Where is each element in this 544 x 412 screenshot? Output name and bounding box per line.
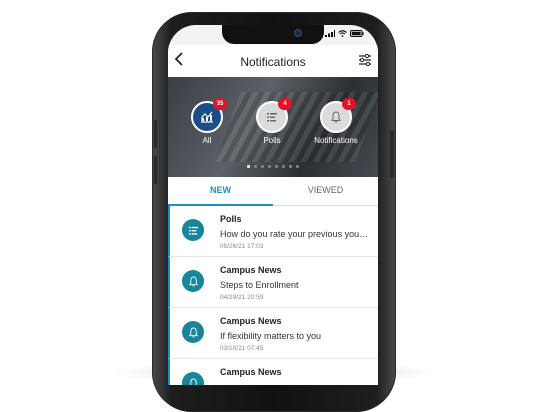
category-circle: 4 (256, 98, 292, 133)
bell-icon (188, 275, 198, 287)
front-camera (294, 29, 302, 37)
carousel-dot[interactable] (247, 165, 250, 168)
bell-icon (331, 111, 341, 123)
carousel-dot[interactable] (268, 165, 271, 168)
carousel-dot[interactable] (282, 165, 285, 168)
battery-icon (350, 30, 364, 37)
status-bar (325, 30, 364, 37)
side-button (390, 130, 394, 178)
item-timestamp: 04/29/21 20:59 (220, 294, 264, 301)
app-header: Notifications (168, 45, 378, 77)
carousel-dots[interactable] (168, 165, 378, 168)
item-icon (182, 372, 204, 385)
page-title: Notifications (240, 55, 306, 69)
tab-new[interactable]: NEW (168, 177, 273, 206)
wifi-icon (338, 30, 347, 37)
item-title: Polls (220, 214, 242, 224)
category-circle: 1 (320, 98, 356, 133)
item-message: If flexibility matters to you (220, 331, 322, 341)
carousel-dot[interactable] (254, 165, 257, 168)
category-carousel: 35 All 4 Polls 1 Notifications (168, 77, 378, 177)
tab-viewed[interactable]: VIEWED (273, 177, 378, 206)
category-label: Notifications (314, 136, 358, 145)
bell-icon (189, 377, 197, 385)
signal-icon (325, 30, 335, 37)
category-label: All (202, 136, 212, 145)
carousel-dot[interactable] (296, 165, 299, 168)
tab-bar: NEW VIEWED (168, 177, 378, 206)
item-timestamp: 03/10/21 07:45 (220, 345, 264, 352)
category-polls[interactable]: 4 Polls (242, 98, 302, 145)
list-item[interactable]: Campus News Steps to Enrollment 04/29/21… (168, 257, 378, 308)
category-all[interactable]: 35 All (177, 98, 237, 145)
list-item[interactable]: Campus News If flexibility matters to yo… (168, 308, 378, 359)
filter-button[interactable] (358, 53, 372, 67)
bell-icon (188, 326, 198, 338)
list-item[interactable]: Campus News (168, 359, 378, 385)
category-circle: 35 (191, 98, 227, 133)
count-badge: 1 (342, 98, 356, 110)
count-badge: 4 (278, 98, 292, 110)
volume-down-button (154, 156, 157, 184)
carousel-dot[interactable] (289, 165, 292, 168)
item-message: How do you rate your previous you… (220, 229, 369, 239)
item-title: Campus News (220, 316, 282, 326)
item-title: Campus News (220, 265, 282, 275)
poll-icon (267, 113, 277, 122)
phone-screen: Notifications 35 All 4 Polls 1 Notificat… (168, 25, 378, 385)
item-timestamp: 05/26/21 17:03 (220, 243, 264, 250)
sliders-icon (359, 53, 371, 67)
item-message: Steps to Enrollment (220, 280, 299, 290)
item-icon (182, 219, 204, 241)
carousel-dot[interactable] (261, 165, 264, 168)
count-badge: 35 (213, 98, 227, 110)
volume-up-button (154, 120, 157, 148)
notch (222, 25, 324, 44)
carousel-dot[interactable] (275, 165, 278, 168)
item-title: Campus News (220, 367, 282, 377)
notification-list: Polls How do you rate your previous you…… (168, 206, 378, 385)
list-item[interactable]: Polls How do you rate your previous you…… (168, 206, 378, 257)
category-label: Polls (263, 136, 281, 145)
chart-icon (201, 111, 213, 123)
category-notifications[interactable]: 1 Notifications (306, 98, 366, 145)
item-icon (182, 270, 204, 292)
poll-icon (188, 226, 198, 235)
item-icon (182, 321, 204, 343)
